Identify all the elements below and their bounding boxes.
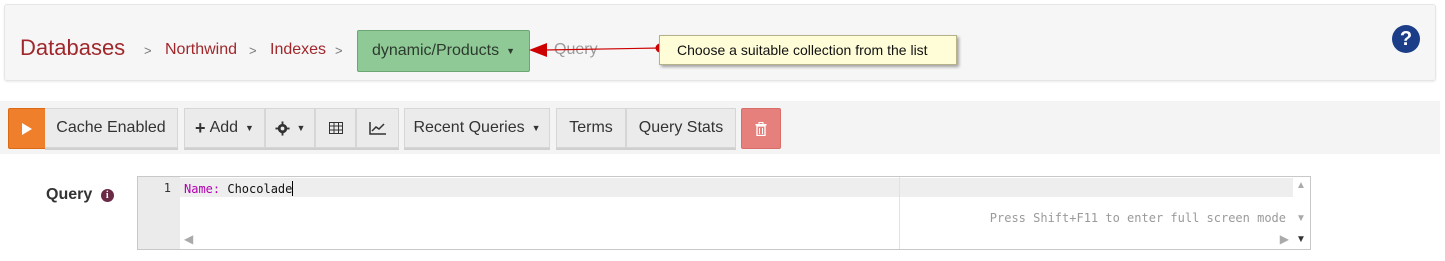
fullscreen-hint: Press Shift+F11 to enter full screen mod… xyxy=(989,211,1286,225)
add-button[interactable]: + Add ▼ xyxy=(184,108,265,148)
scroll-down-icon[interactable]: ▼ xyxy=(1292,213,1310,224)
scroll-right-icon[interactable]: ▶ xyxy=(1280,232,1289,246)
query-field-keyword: Name: xyxy=(184,182,221,196)
annotation-tooltip: Choose a suitable collection from the li… xyxy=(659,35,957,65)
horizontal-scrollbar[interactable]: ◀ ▶ xyxy=(180,232,1293,249)
table-icon xyxy=(328,122,343,134)
delete-button[interactable] xyxy=(741,108,781,149)
chart-view-button[interactable] xyxy=(356,108,399,148)
text-cursor xyxy=(292,181,294,196)
recent-queries-label: Recent Queries xyxy=(413,119,525,136)
cache-enabled-button[interactable]: Cache Enabled xyxy=(45,108,178,148)
terms-label: Terms xyxy=(569,119,613,136)
table-view-button[interactable] xyxy=(315,108,356,148)
info-glyph: i xyxy=(105,190,109,201)
scroll-up-icon[interactable]: ▲ xyxy=(1292,180,1310,191)
query-code[interactable]: Name: Chocolade xyxy=(184,181,294,196)
chevron-down-icon: ▼ xyxy=(531,123,541,133)
query-stats-button[interactable]: Query Stats xyxy=(626,108,736,148)
line-number: 1 xyxy=(163,181,171,195)
query-editor[interactable]: 1 Name: Chocolade Press Shift+F11 to ent… xyxy=(137,176,1311,250)
active-line-highlight xyxy=(180,178,1293,197)
annotation-arrowhead xyxy=(529,43,547,57)
chevron-down-icon: ▼ xyxy=(245,123,254,133)
cache-enabled-label: Cache Enabled xyxy=(56,119,166,136)
vertical-scrollbar[interactable]: ▲ ▼ xyxy=(1292,177,1310,232)
terms-button[interactable]: Terms xyxy=(556,108,626,148)
editor-gutter: 1 xyxy=(138,177,180,249)
run-query-button[interactable] xyxy=(8,108,46,149)
annotation-text: Choose a suitable collection from the li… xyxy=(677,42,928,58)
query-stats-label: Query Stats xyxy=(638,119,724,136)
trash-icon xyxy=(755,121,767,136)
settings-button[interactable]: ▼ xyxy=(265,108,315,148)
resize-chevron-down-icon[interactable]: ▼ xyxy=(1294,234,1308,248)
scroll-left-icon[interactable]: ◀ xyxy=(184,232,193,246)
recent-queries-dropdown[interactable]: Recent Queries ▼ xyxy=(404,108,550,148)
query-label: Query i xyxy=(46,186,114,204)
annotation-arrow-line xyxy=(544,47,661,51)
line-chart-icon xyxy=(368,122,386,135)
add-label: Add xyxy=(209,119,239,136)
play-icon xyxy=(22,122,32,135)
query-label-text: Query xyxy=(46,186,93,203)
toolbar: Cache Enabled + Add ▼ ▼ Recent Queries ▼… xyxy=(0,101,1440,154)
gear-icon xyxy=(275,120,290,136)
plus-icon: + xyxy=(195,117,206,138)
info-icon[interactable]: i xyxy=(100,189,114,202)
query-field-value: Chocolade xyxy=(220,182,293,196)
chevron-down-icon: ▼ xyxy=(296,123,306,133)
